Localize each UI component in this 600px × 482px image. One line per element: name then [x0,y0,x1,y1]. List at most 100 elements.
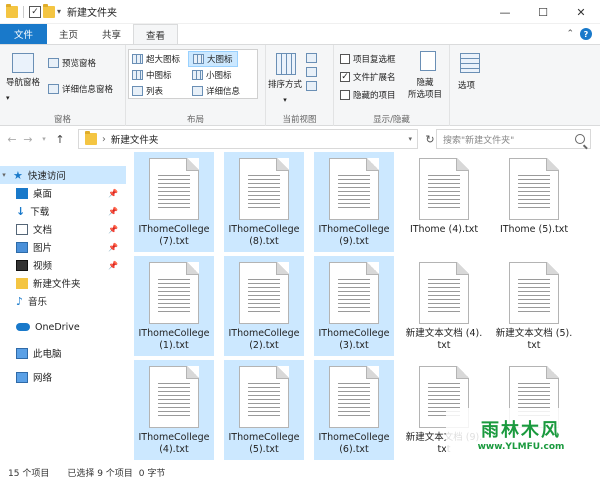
file-item[interactable]: IThome (5).txt [494,152,574,252]
tab-home[interactable]: 主页 [47,24,90,44]
xl-icons-button[interactable]: 超大图标 [132,53,180,65]
group-by-icon[interactable] [306,53,317,63]
forward-arrow-icon[interactable]: → [20,133,36,146]
pin-icon[interactable]: 📌 [108,225,118,234]
nav-pane-button[interactable]: 导航窗格 ▾ [6,77,40,104]
new-folder-icon[interactable] [43,3,55,18]
nav-item-onedrive[interactable]: OneDrive [0,318,126,336]
computer-icon [16,347,28,359]
file-item[interactable]: IThomeCollege (9).txt [314,152,394,252]
file-item[interactable]: IThome (4).txt [404,152,484,252]
star-icon: ★ [13,168,23,182]
chevron-down-icon[interactable]: ▾ [0,171,8,179]
hide-selected-label-2: 所选项目 [408,90,443,100]
nav-item-downloads[interactable]: ↓ 下载 📌 [0,202,126,220]
list-view-button[interactable]: 列表 [132,85,163,97]
nav-item-this-pc[interactable]: 此电脑 [0,344,126,362]
size-columns-icon[interactable] [306,81,317,91]
details-view-button[interactable]: 详细信息 [192,85,240,97]
nav-item-videos[interactable]: 视频 📌 [0,256,126,274]
item-checkboxes-toggle[interactable]: 项目复选框 [340,53,396,65]
video-icon [16,259,28,271]
details-pane-label: 详细信息窗格 [62,85,114,95]
minimize-button[interactable]: — [486,0,524,24]
separator [23,5,24,18]
file-name: IThome (4).txt [409,224,479,235]
nav-item-quick-access[interactable]: ▾ ★ 快速访问 [0,166,126,184]
large-icons-button[interactable]: 大图标 [188,51,238,67]
nav-item-label: 快速访问 [27,171,66,182]
file-item[interactable]: IThomeCollege (8).txt [224,152,304,252]
file-name: IThomeCollege (2).txt [228,328,300,351]
address-field[interactable]: › 新建文件夹 ▾ [78,129,418,149]
pin-icon[interactable]: 📌 [108,261,118,270]
details-pane-button[interactable]: 详细信息窗格 [48,83,113,95]
file-item[interactable]: IThomeCollege (7).txt [134,152,214,252]
chevron-right-icon: › [102,133,106,145]
nav-item-documents[interactable]: 文档 📌 [0,220,126,238]
nav-item-pictures[interactable]: 图片 📌 [0,238,126,256]
xl-icons-icon [132,54,143,64]
back-arrow-icon[interactable]: ← [4,133,20,146]
pin-icon[interactable]: 📌 [108,243,118,252]
file-name: IThomeCollege (3).txt [318,328,390,351]
medium-icons-label: 中图标 [146,71,172,81]
options-button[interactable]: 选项 [458,79,475,91]
address-path: 新建文件夹 [110,135,159,146]
add-columns-icon[interactable] [306,67,317,77]
checkbox-unchecked[interactable] [340,90,350,100]
file-name: 新建文本文档 (4).txt [405,328,483,351]
ribbon-view: 导航窗格 ▾ 预览窗格 详细信息窗格 窗格 超大图标 大图标 中图标 小图标 列… [0,44,600,127]
text-file-icon [239,366,289,428]
group-label-panes: 窗格 [53,115,71,125]
checkbox-unchecked[interactable] [340,54,350,64]
chevron-down-icon[interactable]: ▾ [408,135,412,143]
chevron-down-icon[interactable]: ▾ [57,7,61,16]
file-name: 新建文本文档 (5).txt [495,328,573,351]
options-icon [460,53,480,73]
tab-file[interactable]: 文件 [0,24,48,44]
network-icon [16,371,28,383]
nav-item-label: 此电脑 [33,349,62,360]
close-button[interactable]: ✕ [562,0,600,24]
preview-pane-button[interactable]: 预览窗格 [48,57,96,69]
file-item[interactable]: 新建文本文档 (5).txt [494,256,574,356]
nav-item-label: 视频 [33,261,53,272]
checkbox-checked[interactable]: ✓ [340,72,350,82]
file-extensions-toggle[interactable]: ✓ 文件扩展名 [340,71,396,83]
ribbon-group-options: 选项 [450,45,492,127]
nav-item-network[interactable]: 网络 [0,368,126,386]
nav-item-desktop[interactable]: 桌面 📌 [0,184,126,202]
hide-selected-button[interactable]: 隐藏 所选项目 [408,77,442,101]
pin-icon[interactable]: 📌 [108,207,118,216]
file-name: IThomeCollege (9).txt [318,224,390,247]
file-item[interactable]: IThomeCollege (5).txt [224,360,304,460]
file-name: IThomeCollege (1).txt [138,328,210,351]
sort-by-button[interactable]: 排序方式 ▾ [268,79,302,106]
file-item[interactable]: IThomeCollege (6).txt [314,360,394,460]
medium-icons-button[interactable]: 中图标 [132,69,172,81]
window-controls: — ☐ ✕ [486,0,600,24]
file-item[interactable]: 新建文本文档 (4).txt [404,256,484,356]
tab-share[interactable]: 共享 [90,24,133,44]
maximize-button[interactable]: ☐ [524,0,562,24]
file-item[interactable]: IThomeCollege (3).txt [314,256,394,356]
properties-check-icon[interactable]: ✓ [29,5,41,18]
chevron-up-icon[interactable]: ⌃ [566,29,574,39]
nav-item-label: 网络 [33,373,53,384]
nav-item-music[interactable]: ♪ 音乐 [0,292,126,310]
up-arrow-icon[interactable]: ↑ [52,133,68,146]
file-item[interactable]: IThomeCollege (4).txt [134,360,214,460]
file-item[interactable]: IThomeCollege (2).txt [224,256,304,356]
nav-item-new-folder[interactable]: 新建文件夹 [0,274,126,292]
help-icon[interactable]: ? [580,28,592,40]
search-input[interactable]: 搜索"新建文件夹" [436,129,591,149]
hidden-items-toggle[interactable]: 隐藏的项目 [340,89,396,101]
text-file-icon [329,366,379,428]
recent-chevron-icon[interactable]: ▾ [36,135,52,143]
tab-view[interactable]: 查看 [133,24,179,44]
small-icons-button[interactable]: 小图标 [192,69,232,81]
pin-icon[interactable]: 📌 [108,189,118,198]
ribbon-right-controls: ⌃ ? [566,24,600,44]
file-item[interactable]: IThomeCollege (1).txt [134,256,214,356]
